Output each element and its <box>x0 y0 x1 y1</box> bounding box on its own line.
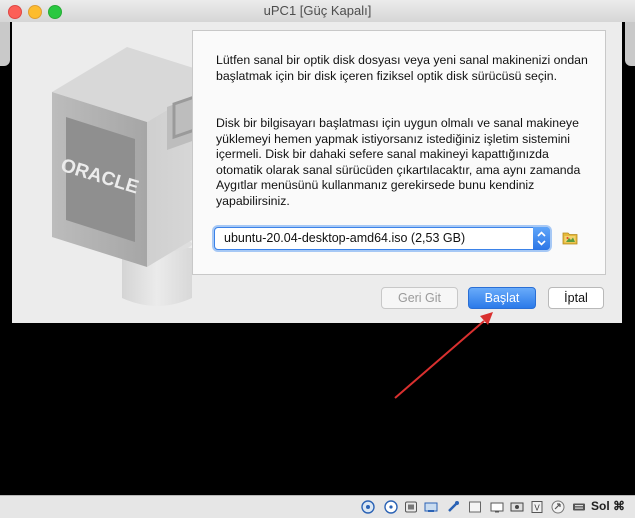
shared-folder-icon[interactable] <box>468 500 482 514</box>
usb-icon[interactable] <box>446 500 460 514</box>
optical-drive-icon[interactable] <box>384 500 398 514</box>
host-key-label: Sol ⌘ <box>591 499 626 513</box>
network-icon[interactable] <box>424 500 438 514</box>
display-icon[interactable] <box>490 500 504 514</box>
hard-disk-icon[interactable] <box>361 500 375 514</box>
keyboard-icon[interactable] <box>572 500 586 514</box>
vm-status-bar: V Sol ⌘ <box>0 495 635 518</box>
audio-icon[interactable] <box>404 500 418 514</box>
video-capture-icon[interactable] <box>510 500 524 514</box>
arrow-icon[interactable] <box>551 500 565 514</box>
annotation-arrow <box>394 312 493 399</box>
cpu-icon[interactable]: V <box>530 500 544 514</box>
svg-text:V: V <box>534 504 540 513</box>
